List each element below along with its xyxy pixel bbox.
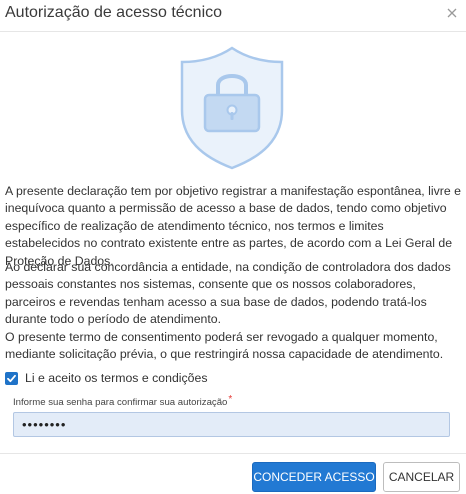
dialog-header: Autorização de acesso técnico <box>0 0 466 32</box>
close-icon[interactable] <box>444 5 460 21</box>
password-input[interactable] <box>13 412 450 437</box>
dialog-title: Autorização de acesso técnico <box>5 4 223 21</box>
checkmark-icon <box>7 374 16 382</box>
cancel-button[interactable]: CANCELAR <box>383 462 460 492</box>
consent-paragraph: Ao declarar sua concordância a entidade,… <box>5 260 451 327</box>
terms-consent-row: Li e aceito os termos e condições <box>5 370 208 386</box>
password-label: Informe sua senha para confirmar sua aut… <box>13 394 233 408</box>
shield-lock-icon <box>180 46 284 170</box>
revocation-paragraph: O presente termo de consentimento poderá… <box>5 330 444 362</box>
terms-checkbox-label[interactable]: Li e aceito os termos e condições <box>25 371 208 385</box>
footer-divider <box>0 453 466 454</box>
terms-checkbox[interactable] <box>5 371 18 385</box>
required-asterisk: * <box>228 394 233 405</box>
grant-access-button[interactable]: CONCEDER ACESSO <box>252 462 376 492</box>
declaration-paragraph: A presente declaração tem por objetivo r… <box>5 184 461 268</box>
password-label-text: Informe sua senha para confirmar sua aut… <box>13 397 228 408</box>
authorization-dialog: Autorização de acesso técnico A presente… <box>0 0 466 494</box>
